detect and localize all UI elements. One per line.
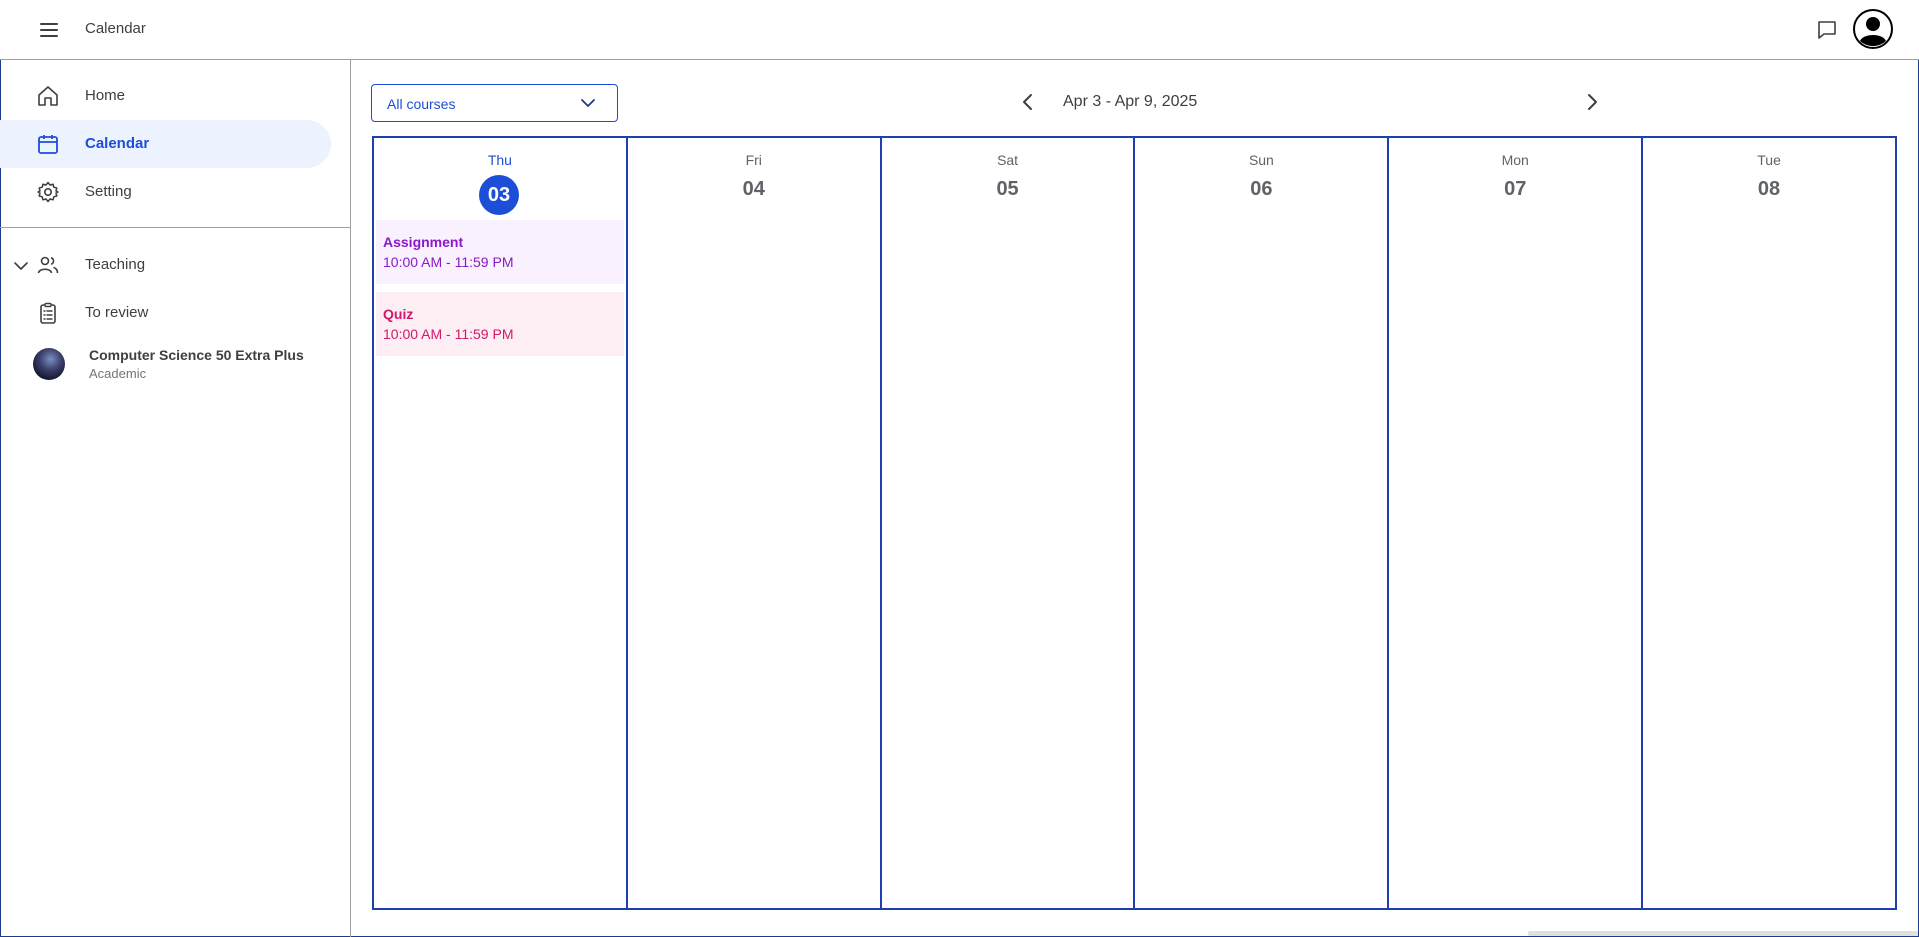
calendar-icon <box>36 132 60 156</box>
profile-avatar-icon[interactable] <box>1852 8 1894 50</box>
menu-icon[interactable] <box>36 17 62 43</box>
calendar-main: All courses Apr 3 - Apr 9, 2025 Thu 03 A… <box>351 60 1919 937</box>
course-name: Computer Science 50 Extra Plus <box>89 347 304 363</box>
sidebar-item-setting[interactable]: Setting <box>0 168 331 216</box>
week-range-label: Apr 3 - Apr 9, 2025 <box>1063 93 1198 110</box>
sidebar-item-label: To review <box>85 304 149 321</box>
sidebar-item-label: Setting <box>85 183 132 200</box>
chevron-left-icon[interactable] <box>1016 90 1040 114</box>
chevron-down-icon[interactable] <box>12 257 30 275</box>
home-icon <box>36 84 60 108</box>
day-column-sun[interactable]: Sun 06 <box>1133 138 1387 908</box>
sidebar-divider <box>0 227 350 228</box>
day-column-fri[interactable]: Fri 04 <box>625 138 880 908</box>
event-title: Quiz <box>383 306 414 322</box>
day-name: Sat <box>997 152 1019 168</box>
top-bar: Calendar <box>0 0 1919 60</box>
event-title: Assignment <box>383 234 464 250</box>
day-name: Tue <box>1757 152 1781 168</box>
event-time: 10:00 AM - 11:59 PM <box>383 254 514 270</box>
day-name: Mon <box>1501 152 1529 168</box>
event-quiz[interactable]: Quiz 10:00 AM - 11:59 PM <box>376 292 624 356</box>
sidebar-item-calendar[interactable]: Calendar <box>0 120 331 168</box>
horizontal-scrollbar[interactable] <box>1528 931 1918 936</box>
sidebar-item-label: Home <box>85 87 126 104</box>
today-date-badge: 03 <box>479 175 519 215</box>
chat-icon[interactable] <box>1815 18 1839 42</box>
day-number: 08 <box>1757 178 1781 200</box>
people-icon <box>36 253 60 277</box>
day-name: Fri <box>745 152 762 168</box>
day-column-thu[interactable]: Thu 03 Assignment 10:00 AM - 11:59 PM Qu… <box>374 138 626 908</box>
course-filter-select[interactable]: All courses <box>371 84 618 122</box>
sidebar-item-label: Calendar <box>85 135 150 152</box>
gear-icon <box>36 180 60 204</box>
page-title: Calendar <box>85 20 146 37</box>
day-number: 05 <box>996 178 1019 200</box>
chevron-down-icon <box>579 94 597 112</box>
sidebar-item-home[interactable]: Home <box>0 72 331 120</box>
day-column-mon[interactable]: Mon 07 <box>1387 138 1641 908</box>
event-time: 10:00 AM - 11:59 PM <box>383 326 514 342</box>
course-filter-value: All courses <box>387 96 456 112</box>
chevron-right-icon[interactable] <box>1580 90 1604 114</box>
day-number: 06 <box>1250 178 1273 200</box>
week-navigator: Apr 3 - Apr 9, 2025 <box>1016 82 1666 122</box>
day-name: Thu <box>487 152 512 168</box>
event-assignment[interactable]: Assignment 10:00 AM - 11:59 PM <box>376 220 624 284</box>
sidebar: Home Calendar Setting Teaching To review… <box>0 60 351 937</box>
sidebar-item-label: Teaching <box>85 256 146 273</box>
day-number: 07 <box>1504 178 1527 200</box>
day-column-sat[interactable]: Sat 05 <box>879 138 1134 908</box>
day-column-tue[interactable]: Tue 08 <box>1641 138 1895 908</box>
sidebar-item-teaching[interactable]: Teaching <box>0 241 331 289</box>
clipboard-list-icon <box>36 301 60 325</box>
sidebar-item-to-review[interactable]: To review <box>0 289 331 337</box>
course-avatar <box>33 348 65 380</box>
day-number: 04 <box>742 178 765 200</box>
course-subtitle: Academic <box>89 366 147 381</box>
week-grid: Thu 03 Assignment 10:00 AM - 11:59 PM Qu… <box>372 136 1897 910</box>
day-name: Sun <box>1248 152 1274 168</box>
